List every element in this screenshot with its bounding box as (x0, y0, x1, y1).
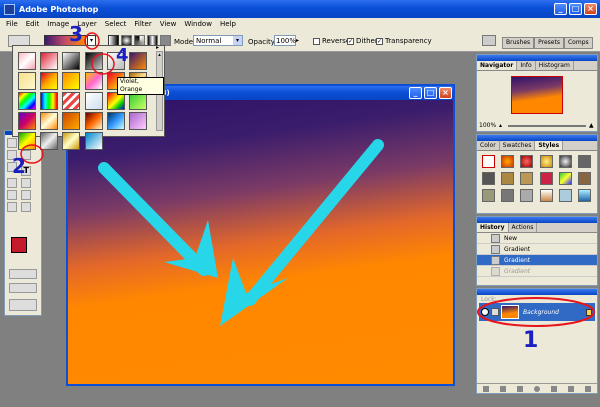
annotation-number-4: 4 (116, 45, 129, 66)
circle-gradient-dropdown (84, 32, 100, 50)
annotation-number-1: 1 (523, 328, 539, 353)
annotation-number-3: 3 (69, 22, 83, 46)
annotation-number-2: 2 (12, 154, 26, 178)
circle-gradient-swatch (91, 53, 115, 75)
circle-background-layer (477, 297, 595, 327)
annotation-circles (20, 32, 595, 327)
